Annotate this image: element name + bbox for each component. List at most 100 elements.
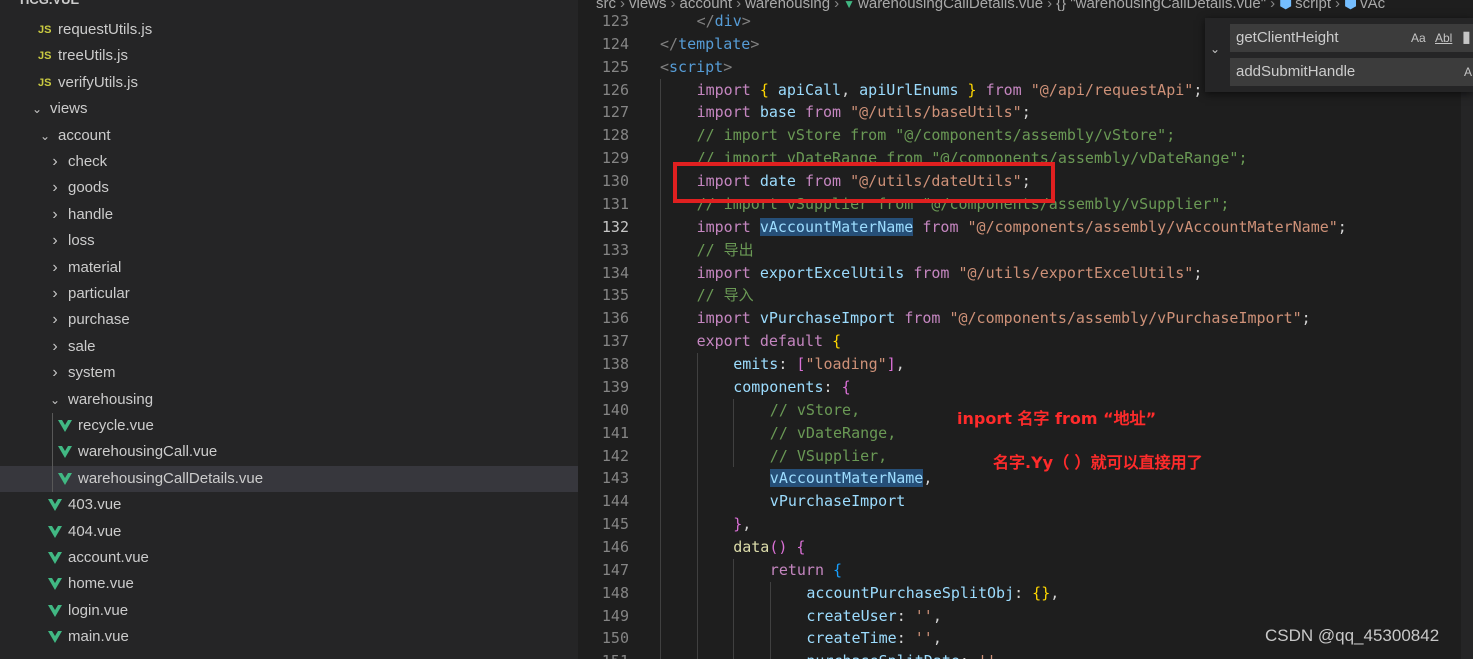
code-token: template [678, 34, 751, 53]
tree-item[interactable]: account.vue [0, 545, 578, 571]
find-input[interactable]: getClientHeight Aa Abl ▮ [1230, 24, 1473, 52]
chevron-right-icon[interactable]: › [48, 149, 62, 175]
code-line[interactable]: 148 accountPurchaseSplitObj: {}, [578, 582, 1473, 605]
chevron-right-icon[interactable]: › [48, 281, 62, 307]
tree-item-label: requestUtils.js [58, 21, 153, 38]
chevron-right-icon[interactable]: › [48, 175, 62, 201]
tree-item[interactable]: ⌄ account [0, 123, 578, 149]
line-number: 140 [601, 400, 629, 419]
tree-item[interactable]: › purchase [0, 307, 578, 333]
tree-item[interactable]: 404.vue [0, 519, 578, 545]
tree-item[interactable]: JS treeUtils.js [0, 43, 578, 69]
tree-item[interactable]: main.vue [0, 624, 578, 650]
code-editor[interactable]: src › views › account › warehousing › ▼ warehousi… [578, 0, 1473, 659]
code-token: vAccountMaterName [769, 469, 924, 488]
tree-item[interactable]: › sale [0, 334, 578, 360]
scrollbar-track[interactable] [1461, 18, 1473, 659]
tree-item[interactable]: ⌄ views [0, 96, 578, 122]
chevron-right-icon[interactable]: › [48, 202, 62, 228]
code-line[interactable]: 151 purchaseSplitDate: '' [578, 650, 1473, 659]
code-line[interactable]: 147 return { [578, 559, 1473, 582]
chevron-right-icon[interactable]: › [48, 334, 62, 360]
code-line[interactable]: 134 import exportExcelUtils from "@/utils… [578, 262, 1473, 285]
chevron-down-icon[interactable]: ⌄ [1210, 42, 1220, 56]
code-token: , [923, 469, 933, 488]
tree-item[interactable]: › goods [0, 175, 578, 201]
line-number: 150 [601, 629, 629, 648]
code-line[interactable]: 128 // import vStore from "@/components/a… [578, 124, 1473, 147]
code-line[interactable]: 146 data() { [578, 536, 1473, 559]
code-token: purchaseSplitDate [806, 652, 960, 659]
chevron-down-icon[interactable]: ⌄ [48, 387, 62, 413]
tree-item[interactable]: › material [0, 255, 578, 281]
line-number: 144 [601, 492, 629, 511]
code-line[interactable]: 149 createUser: '', [578, 605, 1473, 628]
match-whole-word-icon[interactable]: Abl [1435, 24, 1452, 52]
code-token: import [696, 309, 751, 328]
preserve-case-icon[interactable]: A [1464, 58, 1472, 86]
code-token: createUser [806, 606, 897, 625]
tree-item[interactable]: warehousingCall.vue [0, 439, 578, 465]
code-token: script [669, 57, 724, 76]
match-case-icon[interactable]: Aa [1411, 24, 1426, 52]
chevron-right-icon[interactable]: › [48, 228, 62, 254]
tree-item[interactable]: login.vue [0, 598, 578, 624]
code-token: '' [914, 606, 933, 625]
tree-item[interactable]: › system [0, 360, 578, 386]
regex-icon[interactable]: ▮ [1462, 24, 1471, 52]
code-token: // import vStore from "@/components/asse… [696, 126, 1176, 145]
watermark: CSDN @qq_45300842 [1265, 626, 1440, 645]
line-number: 128 [601, 126, 629, 145]
code-line[interactable]: 136 import vPurchaseImport from "@/compon… [578, 307, 1473, 330]
code-token: "@/api/requestApi" [1030, 80, 1194, 99]
chevron-right-icon[interactable]: › [48, 255, 62, 281]
code-line[interactable]: 127 import base from "@/utils/baseUtils"; [578, 101, 1473, 124]
code-token: ; [1193, 80, 1203, 99]
code-line[interactable]: 137 export default { [578, 330, 1473, 353]
line-number: 139 [601, 377, 629, 396]
explorer-header[interactable]: HCG.VUE [0, 0, 578, 9]
replace-input-value[interactable]: addSubmitHandle [1236, 58, 1355, 86]
code-line[interactable]: 139 components: { [578, 376, 1473, 399]
replace-input[interactable]: addSubmitHandle A [1230, 58, 1473, 86]
code-token: ; [1337, 217, 1347, 236]
find-input-value[interactable]: getClientHeight [1236, 24, 1339, 52]
tree-item[interactable]: warehousingCallDetails.vue [0, 465, 578, 492]
code-line[interactable]: 135 // 导入 [578, 284, 1473, 307]
tree-item-label: goods [68, 179, 109, 197]
tree-item-label: warehousing [68, 390, 154, 408]
tree-item[interactable]: 403.vue [0, 492, 578, 518]
chevron-right-icon[interactable]: › [48, 360, 62, 386]
code-line[interactable]: 144 vPurchaseImport [578, 490, 1473, 513]
tree-item[interactable]: › particular [0, 281, 578, 307]
code-token: default [759, 332, 824, 351]
vue-file-icon [48, 578, 62, 591]
code-token: "loading" [805, 355, 887, 374]
chevron-right-icon[interactable]: › [48, 307, 62, 333]
tree-item[interactable]: recycle.vue [0, 413, 578, 439]
tree-item[interactable]: JS verifyUtils.js [0, 70, 578, 96]
indent-guide [52, 413, 53, 493]
chevron-down-icon[interactable]: ⌄ [30, 96, 44, 122]
code-line[interactable]: 138 emits: ["loading"], [578, 353, 1473, 376]
tree-item[interactable]: ⌄ warehousing [0, 387, 578, 413]
code-token: : [823, 377, 842, 396]
vue-file-icon [48, 631, 62, 644]
code-line[interactable]: 145}, [578, 513, 1473, 536]
code-text: </template> [660, 33, 759, 56]
code-text: createUser: '', [806, 605, 941, 628]
tree-item[interactable]: › handle [0, 202, 578, 228]
chevron-down-icon[interactable]: ⌄ [38, 123, 52, 149]
tree-item[interactable]: › loss [0, 228, 578, 254]
code-token: , [932, 606, 942, 625]
code-line[interactable]: 132 import vAccountMaterName from "@/comp… [578, 216, 1473, 239]
code-token: { [832, 332, 842, 351]
tree-item[interactable]: › check [0, 149, 578, 175]
tree-item[interactable]: JS requestUtils.js [0, 17, 578, 43]
tree-item[interactable]: home.vue [0, 571, 578, 597]
code-text: import base from "@/utils/baseUtils"; [697, 101, 1031, 124]
line-number: 147 [601, 560, 629, 579]
code-line[interactable]: 133 // 导出 [578, 239, 1473, 262]
